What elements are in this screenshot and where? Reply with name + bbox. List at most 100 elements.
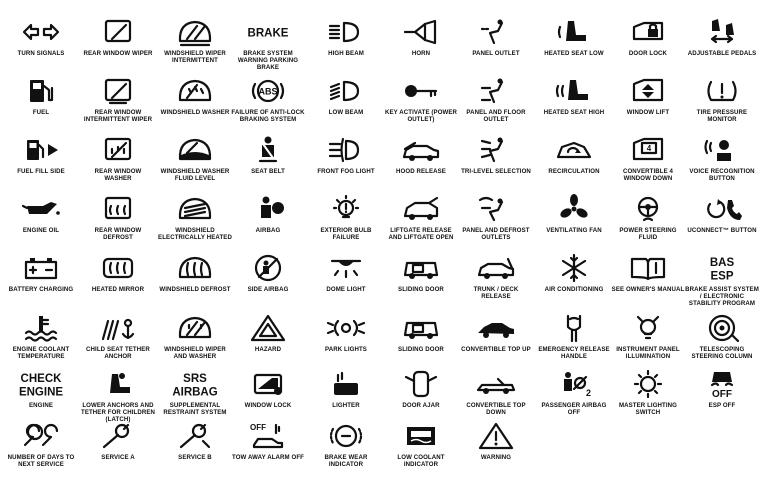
symbol-label: HIGH BEAM xyxy=(328,50,364,57)
symbol-label: SIDE AIRBAG xyxy=(247,286,289,293)
icon-text: BRAKE xyxy=(248,27,289,39)
tri-level-icon xyxy=(472,134,520,166)
coolant-temperature-icon xyxy=(17,312,65,344)
symbol-instrument-panel-illumination: INSTRUMENT PANEL ILLUMINATION xyxy=(611,312,685,372)
symbol-label: BRAKE SYSTEM WARNING PARKING BRAKE xyxy=(237,50,299,71)
child-seat-anchor-icon xyxy=(94,312,142,344)
symbol-label: HEATED SEAT HIGH xyxy=(543,109,605,116)
steering-wheel-icon xyxy=(698,312,746,344)
symbol-emergency-release-handle: EMERGENCY RELEASE HANDLE xyxy=(537,312,611,372)
symbol-label: KEY ACTIVATE (POWER OUTLET) xyxy=(384,109,458,123)
symbol-label: HEATED MIRROR xyxy=(91,286,145,293)
symbol-engine-coolant-temperature: ENGINE COOLANT TEMPERATURE xyxy=(4,312,78,372)
symbol-label: SEE OWNER'S MANUAL xyxy=(611,286,685,293)
symbol-label: CONVERTIBLE TOP UP xyxy=(461,346,531,353)
symbol-heated-mirror: HEATED MIRROR xyxy=(81,252,155,312)
symbol-brake-assist-system: BAS ESP BRAKE ASSIST SYSTEM / ELECTRONIC S… xyxy=(685,252,759,312)
hazard-icon xyxy=(244,312,292,344)
symbol-label: TOW AWAY ALARM OFF xyxy=(232,454,304,461)
symbol-window-lift: WINDOW LIFT xyxy=(611,75,685,135)
heated-mirror-icon xyxy=(94,252,142,284)
symbol-label: DOOR AJAR xyxy=(402,402,440,409)
symbol-label: SLIDING DOOR xyxy=(398,286,444,293)
dome-light-icon xyxy=(322,252,370,284)
icon-text: CHECK xyxy=(21,373,63,385)
symbol-label: RECIRCULATION xyxy=(548,168,600,175)
symbol-panel-outlet: PANEL OUTLET xyxy=(459,16,533,76)
passenger-airbag-off-icon: 2 xyxy=(550,368,598,400)
symbol-sliding-door-1: SLIDING DOOR xyxy=(384,252,458,312)
fuel-fill-side-icon xyxy=(17,134,65,166)
symbol-engine: CHECK ENGINE ENGINE xyxy=(4,368,78,428)
symbol-uconnect-button: UCONNECT™ BUTTON xyxy=(685,193,759,253)
wiper-washer-icon xyxy=(171,312,219,344)
symbol-label: VOICE RECOGNITION BUTTON xyxy=(689,168,755,182)
lighter-icon xyxy=(322,368,370,400)
symbol-label: NUMBER OF DAYS TO NEXT SERVICE xyxy=(7,454,75,468)
symbol-rear-window-intermittent-wiper: REAR WINDOW INTERMITTENT WIPER xyxy=(81,75,155,135)
symbol-label: LIFTGATE RELEASE AND LIFTGATE OPEN xyxy=(388,227,454,241)
symbol-brake-wear-indicator: BRAKE WEAR INDICATOR xyxy=(309,420,383,480)
symbol-battery-charging: BATTERY CHARGING xyxy=(4,252,78,312)
symbol-label: FUEL xyxy=(32,109,50,116)
symbol-label: FRONT FOG LIGHT xyxy=(317,168,375,175)
symbol-label: TIRE PRESSURE MONITOR xyxy=(696,109,748,123)
symbol-label: ESP OFF xyxy=(708,402,736,409)
window-lock-icon xyxy=(244,368,292,400)
heated-seat-high-icon xyxy=(550,75,598,107)
symbol-master-lighting-switch: MASTER LIGHTING SWITCH xyxy=(611,368,685,428)
steering-fluid-icon xyxy=(624,193,672,225)
fog-light-icon xyxy=(322,134,370,166)
symbol-passenger-airbag-off: 2 PASSENGER AIRBAG OFF xyxy=(537,368,611,428)
symbol-label: POWER STEERING FLUID xyxy=(619,227,677,241)
rear-washer-icon xyxy=(94,134,142,166)
symbol-low-beam: LOW BEAM xyxy=(309,75,383,135)
symbol-label: EXTERIOR BULB FAILURE xyxy=(320,227,372,241)
symbol-label: WINDOW LIFT xyxy=(626,109,670,116)
symbol-heated-seat-low: HEATED SEAT LOW xyxy=(537,16,611,76)
symbol-label: SEAT BELT xyxy=(251,168,285,175)
latch-icon xyxy=(94,368,142,400)
symbol-telescoping-steering-column: TELESCOPING STEERING COLUMN xyxy=(685,312,759,372)
symbol-label: AIRBAG xyxy=(255,227,281,234)
key-icon xyxy=(397,75,445,107)
symbol-panel-and-defrost-outlets: PANEL AND DEFROST OUTLETS xyxy=(459,193,533,253)
symbol-label: WINDSHIELD DEFROST xyxy=(159,286,231,293)
fuel-pump-icon xyxy=(17,75,65,107)
symbol-brake-system-warning: BRAKE BRAKE SYSTEM WARNING PARKING BRAKE xyxy=(231,16,305,76)
symbol-label: WINDSHIELD WIPER INTERMITTENT xyxy=(164,50,226,64)
turn-signals-icon xyxy=(17,16,65,48)
symbol-label: REAR WINDOW INTERMITTENT WIPER xyxy=(83,109,153,123)
manual-icon xyxy=(624,252,672,284)
uconnect-icon xyxy=(698,193,746,225)
high-beam-icon xyxy=(322,16,370,48)
icon-text: ESP xyxy=(710,271,733,283)
icon-text: SRS xyxy=(183,373,207,385)
icon-text: 2 xyxy=(586,388,591,398)
service-days-icon xyxy=(17,420,65,452)
check-engine-text-icon: CHECK ENGINE xyxy=(17,368,65,400)
windshield-wiper-intermittent-icon xyxy=(171,16,219,48)
symbol-label: REAR WINDOW WASHER xyxy=(94,168,142,182)
symbol-label: BRAKE ASSIST SYSTEM / ELECTRONIC STABILI… xyxy=(685,286,759,307)
symbol-windshield-washer-fluid-level: WINDSHIELD WASHER FLUID LEVEL xyxy=(158,134,232,194)
symbol-label: PASSENGER AIRBAG OFF xyxy=(541,402,607,416)
symbol-failure-of-anti-lock-braking: ABS FAILURE OF ANTI-LOCK BRAKING SYSTEM xyxy=(231,75,305,135)
symbol-convertible-top-down: CONVERTIBLE TOP DOWN xyxy=(459,368,533,428)
wrench-icon xyxy=(94,420,142,452)
symbol-supplemental-restraint-system: SRS AIRBAG SUPPLEMENTAL RESTRAINT SYSTEM xyxy=(158,368,232,428)
hood-release-icon xyxy=(397,134,445,166)
horn-icon xyxy=(397,16,445,48)
symbol-windshield-wiper-and-washer: WINDSHIELD WIPER AND WASHER xyxy=(158,312,232,372)
symbol-label: BRAKE WEAR INDICATOR xyxy=(324,454,368,468)
panel-floor-outlet-icon xyxy=(472,75,520,107)
symbol-label: LIGHTER xyxy=(332,402,360,409)
symbol-window-lock: WINDOW LOCK xyxy=(231,368,305,428)
symbol-horn: HORN xyxy=(384,16,458,76)
symbol-label: TRI-LEVEL SELECTION xyxy=(461,168,531,175)
tow-alarm-off-icon: OFF xyxy=(244,420,292,452)
icon-text: ABS xyxy=(258,87,277,97)
symbol-lighter: LIGHTER xyxy=(309,368,383,428)
wrench-b-icon xyxy=(171,420,219,452)
symbol-fuel-fill-side: FUEL FILL SIDE xyxy=(4,134,78,194)
